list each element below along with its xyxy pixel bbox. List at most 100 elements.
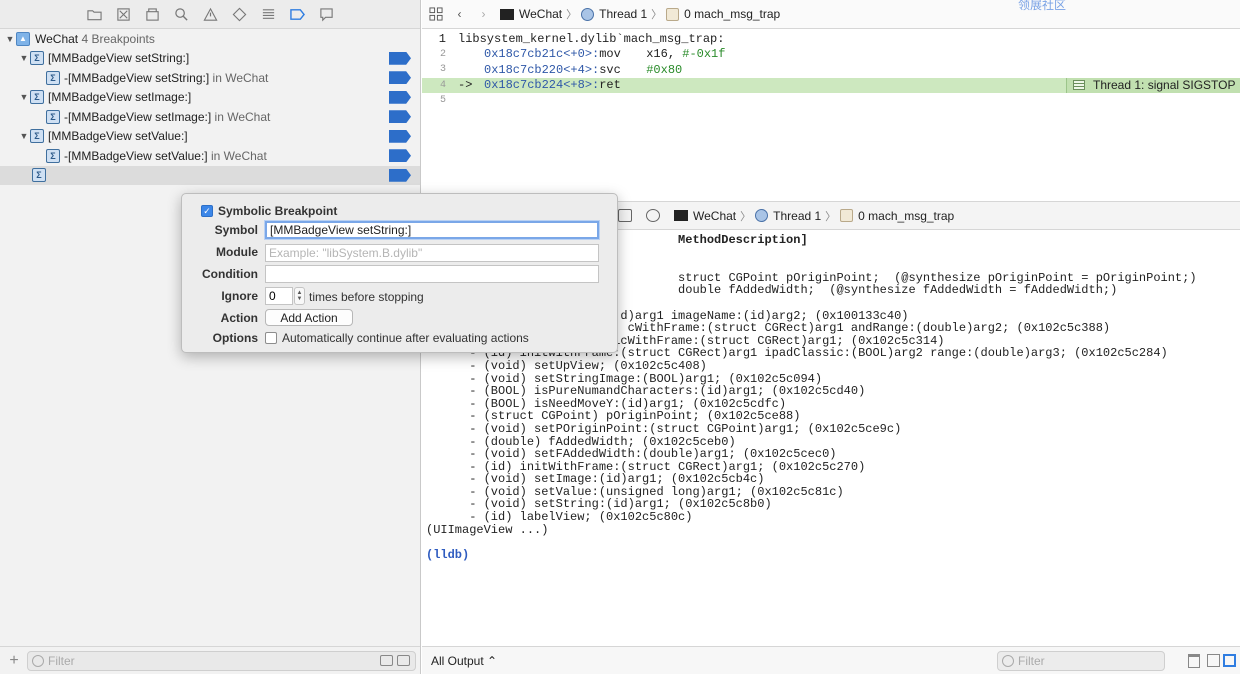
console-line: - (id) labelView; (0x102c5c80c): [426, 510, 693, 525]
debug-frame[interactable]: 0 mach_msg_trap: [858, 209, 954, 223]
chevron-right-icon: 〉: [651, 9, 663, 21]
symbolic-breakpoint-icon: Σ: [46, 109, 60, 124]
breadcrumb: WeChat 〉 Thread 1 〉 0 mach_msg_trap: [500, 6, 780, 22]
forward-arrow-icon[interactable]: ›: [476, 7, 491, 22]
breakpoint-location-row[interactable]: Σ - [MMBadgeView setValue:] in WeChat: [0, 146, 420, 166]
breakpoint-location-row[interactable]: Σ - [MMBadgeView setString:] in WeChat: [0, 68, 420, 88]
navigator-bottom-bar: + Filter: [0, 646, 420, 674]
source-control-icon[interactable]: [115, 6, 131, 22]
breakpoint-group-row[interactable]: ▼ Σ [MMBadgeView setImage:]: [0, 88, 420, 108]
debug-list-icon[interactable]: [260, 6, 276, 22]
symbol-input[interactable]: [265, 221, 599, 239]
enabled-filter-icon[interactable]: [397, 655, 410, 666]
add-action-button[interactable]: Add Action: [265, 309, 353, 326]
instruction-offset: <+8>:: [563, 78, 600, 93]
console-line: - (void) setPOriginPoint:(struct CGPoint…: [426, 421, 902, 436]
module-input[interactable]: [265, 244, 599, 262]
chevron-down-icon[interactable]: ▼: [18, 130, 30, 142]
instruction-address: 0x18c7cb224: [484, 78, 564, 93]
view-hierarchy-icon[interactable]: [646, 209, 660, 222]
current-code-line: 4 -> 0x18c7cb224 <+8>: ret Thread 1: sign…: [422, 77, 1240, 93]
breakpoint-filter-icon[interactable]: [380, 655, 393, 666]
console-bottom-bar: All Output ⌃ Filter: [422, 646, 1240, 674]
breakpoint-flag-icon[interactable]: [389, 110, 411, 124]
report-icon[interactable]: [318, 6, 334, 22]
new-breakpoint-row[interactable]: Σ: [0, 165, 420, 185]
breakpoint-flag-icon[interactable]: [389, 129, 411, 143]
lldb-prompt[interactable]: (lldb): [426, 549, 1240, 562]
memory-graph-icon[interactable]: [618, 209, 632, 222]
breakpoint-enabled-checkbox[interactable]: ✓: [201, 205, 213, 217]
breakpoint-group-row[interactable]: ▼ Σ [MMBadgeView setValue:]: [0, 127, 420, 147]
warning-icon[interactable]: [202, 6, 218, 22]
condition-label: Condition: [202, 267, 258, 281]
console-line: - (void) setUpView; (0x102c5c408): [426, 358, 707, 373]
grid-icon[interactable]: [428, 7, 443, 22]
disassembly-view[interactable]: 1 libsystem_kernel.dylib`mach_msg_trap: …: [422, 29, 1240, 201]
trash-icon[interactable]: [1188, 653, 1200, 668]
signal-text: Thread 1: signal SIGSTOP: [1093, 78, 1236, 93]
thread-icon: [581, 7, 595, 21]
code-line: 2 0x18c7cb21c <+0>: mov x16, #-0x1f: [422, 47, 1240, 63]
project-row[interactable]: ▼ ▲ WeChat 4 Breakpoints: [0, 29, 420, 49]
code-line: 5: [422, 93, 1240, 109]
instruction-immediate: #-0x1f: [682, 47, 726, 62]
back-arrow-icon[interactable]: ‹: [452, 7, 467, 22]
symbol-navigator-icon[interactable]: [144, 6, 160, 22]
breadcrumb-thread[interactable]: Thread 1: [599, 7, 647, 21]
ignore-count-input[interactable]: [265, 287, 293, 305]
variables-view-toggle-icon[interactable]: [1207, 654, 1220, 667]
signal-badge[interactable]: Thread 1: signal SIGSTOP: [1066, 77, 1240, 93]
options-label: Options: [212, 331, 258, 345]
condition-input[interactable]: [265, 265, 599, 283]
navigator-toolbar: [0, 0, 420, 29]
symbolic-breakpoint-icon: Σ: [32, 168, 46, 183]
breakpoint-list: ▼ ▲ WeChat 4 Breakpoints ▼ Σ [MMBadgeVie…: [0, 29, 420, 185]
popover-title-row: ✓ Symbolic Breakpoint: [201, 204, 337, 218]
instruction-offset: <+4>:: [563, 62, 600, 77]
chevron-right-icon: 〉: [825, 210, 837, 223]
line-number: 2: [439, 48, 446, 60]
breakpoint-flag-icon[interactable]: [389, 149, 411, 163]
breadcrumb-frame[interactable]: 0 mach_msg_trap: [684, 7, 780, 21]
navigator-filter-input[interactable]: Filter: [27, 650, 416, 671]
breakpoint-group-row[interactable]: ▼ Σ [MMBadgeView setString:]: [0, 49, 420, 69]
instruction-address: 0x18c7cb220: [484, 62, 564, 77]
breakpoint-location-row[interactable]: Σ - [MMBadgeView setImage:] in WeChat: [0, 107, 420, 127]
console-line: - (void) setImage:(id)arg1; (0x102c5cb4c…: [426, 472, 765, 487]
ignore-suffix: times before stopping: [309, 290, 424, 304]
symbolic-breakpoint-icon: Σ: [30, 129, 44, 144]
breakpoint-flag-icon[interactable]: [389, 71, 411, 85]
breakpoint-tab-icon[interactable]: [289, 6, 305, 22]
ignore-stepper[interactable]: ▲ ▼: [294, 287, 305, 305]
search-icon[interactable]: [173, 6, 189, 22]
debug-thread[interactable]: Thread 1: [773, 209, 821, 223]
chevron-down-icon[interactable]: ▼: [4, 33, 16, 45]
breakpoint-flag-icon[interactable]: [389, 90, 411, 104]
breakpoint-flag-icon[interactable]: [389, 168, 411, 182]
project-icon: ▲: [16, 31, 30, 46]
breakpoint-symbol: [MMBadgeView setValue:]: [48, 129, 188, 144]
chevron-down-icon[interactable]: ▼: [18, 91, 30, 103]
console-filter-input[interactable]: Filter: [997, 650, 1165, 671]
console-view-toggle-icon[interactable]: [1223, 654, 1236, 667]
chevron-down-icon[interactable]: ▼: [18, 52, 30, 64]
test-diamond-icon[interactable]: [231, 6, 247, 22]
console-line: - (void) setFAddedWidth:(double)arg1; (0…: [426, 447, 837, 462]
filter-placeholder: Filter: [48, 653, 75, 668]
location-symbol: [MMBadgeView setValue:]: [68, 148, 208, 163]
output-selector[interactable]: All Output ⌃: [431, 654, 497, 668]
location-symbol: [MMBadgeView setImage:]: [68, 109, 212, 124]
breadcrumb-app[interactable]: WeChat: [519, 7, 562, 21]
debug-app[interactable]: WeChat: [693, 209, 736, 223]
instruction-op: svc: [599, 62, 621, 77]
console-filter-placeholder: Filter: [1018, 653, 1045, 668]
location-module: WeChat: [223, 148, 267, 163]
add-breakpoint-button[interactable]: +: [6, 652, 22, 670]
thread-lines-icon: [1073, 80, 1085, 91]
auto-continue-checkbox[interactable]: [265, 332, 277, 344]
breakpoint-flag-icon[interactable]: [389, 51, 411, 65]
filter-icon: [1002, 654, 1014, 667]
instruction-op: ret: [599, 78, 621, 93]
folder-icon[interactable]: [86, 6, 102, 22]
